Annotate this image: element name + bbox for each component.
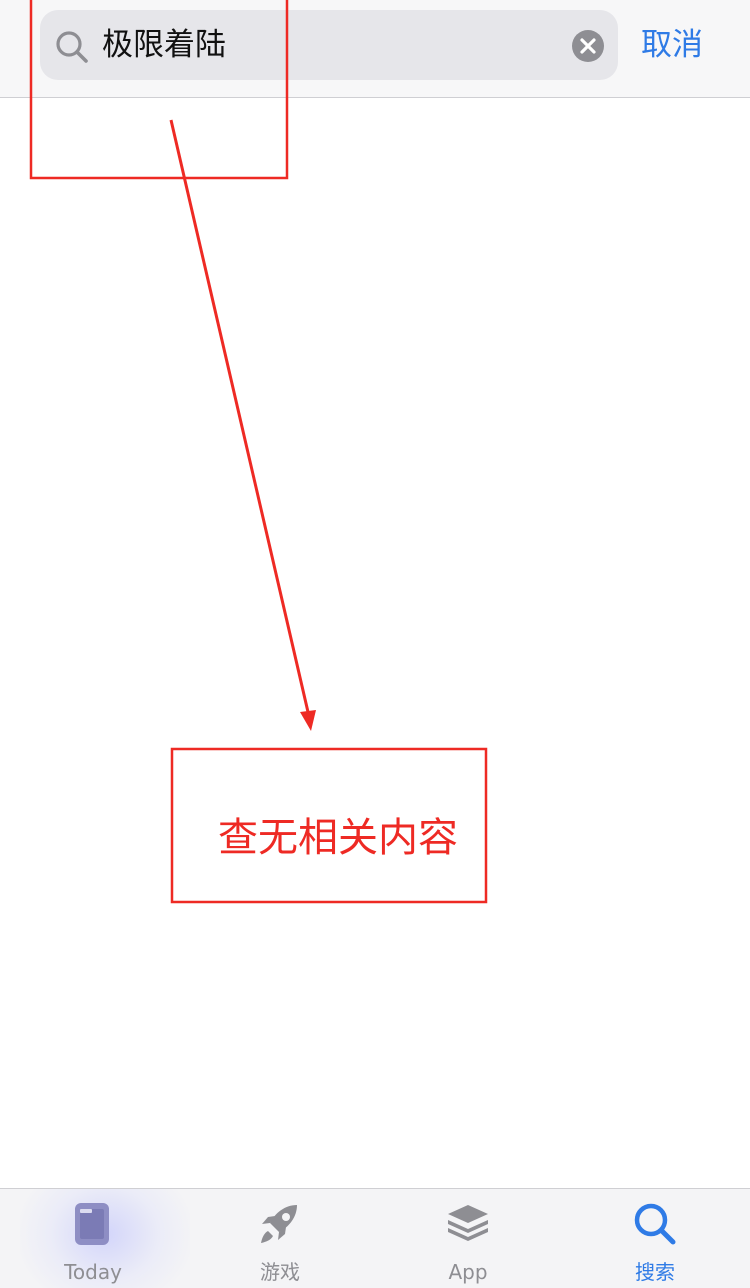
- tab-games[interactable]: 游戏: [220, 1189, 340, 1288]
- search-icon: [634, 1203, 676, 1245]
- annotation-overlay: [29, 0, 488, 904]
- rocket-icon: [261, 1205, 297, 1243]
- search-input[interactable]: 极限着陆: [40, 10, 618, 80]
- tab-bar: Today 游戏 App 搜索: [0, 1188, 750, 1288]
- annotation-arrowhead: [300, 710, 316, 731]
- layers-icon: [448, 1205, 488, 1241]
- annotation-arrow: [169, 119, 310, 713]
- tab-search[interactable]: 搜索: [595, 1189, 715, 1288]
- search-header: 极限着陆 取消: [0, 0, 750, 98]
- search-query-text[interactable]: 极限着陆: [102, 10, 226, 80]
- tab-apps[interactable]: App: [408, 1189, 528, 1288]
- tab-today-label: Today: [64, 1260, 122, 1284]
- tab-today[interactable]: Today: [33, 1189, 153, 1288]
- annotation-label: 查无相关内容: [218, 815, 458, 861]
- today-icon: [75, 1203, 109, 1245]
- cancel-button[interactable]: 取消: [641, 10, 703, 80]
- search-icon: [56, 31, 88, 63]
- clear-icon[interactable]: [571, 29, 605, 63]
- tab-search-label: 搜索: [635, 1260, 675, 1284]
- tab-apps-label: App: [448, 1260, 488, 1284]
- tab-games-label: 游戏: [260, 1260, 300, 1284]
